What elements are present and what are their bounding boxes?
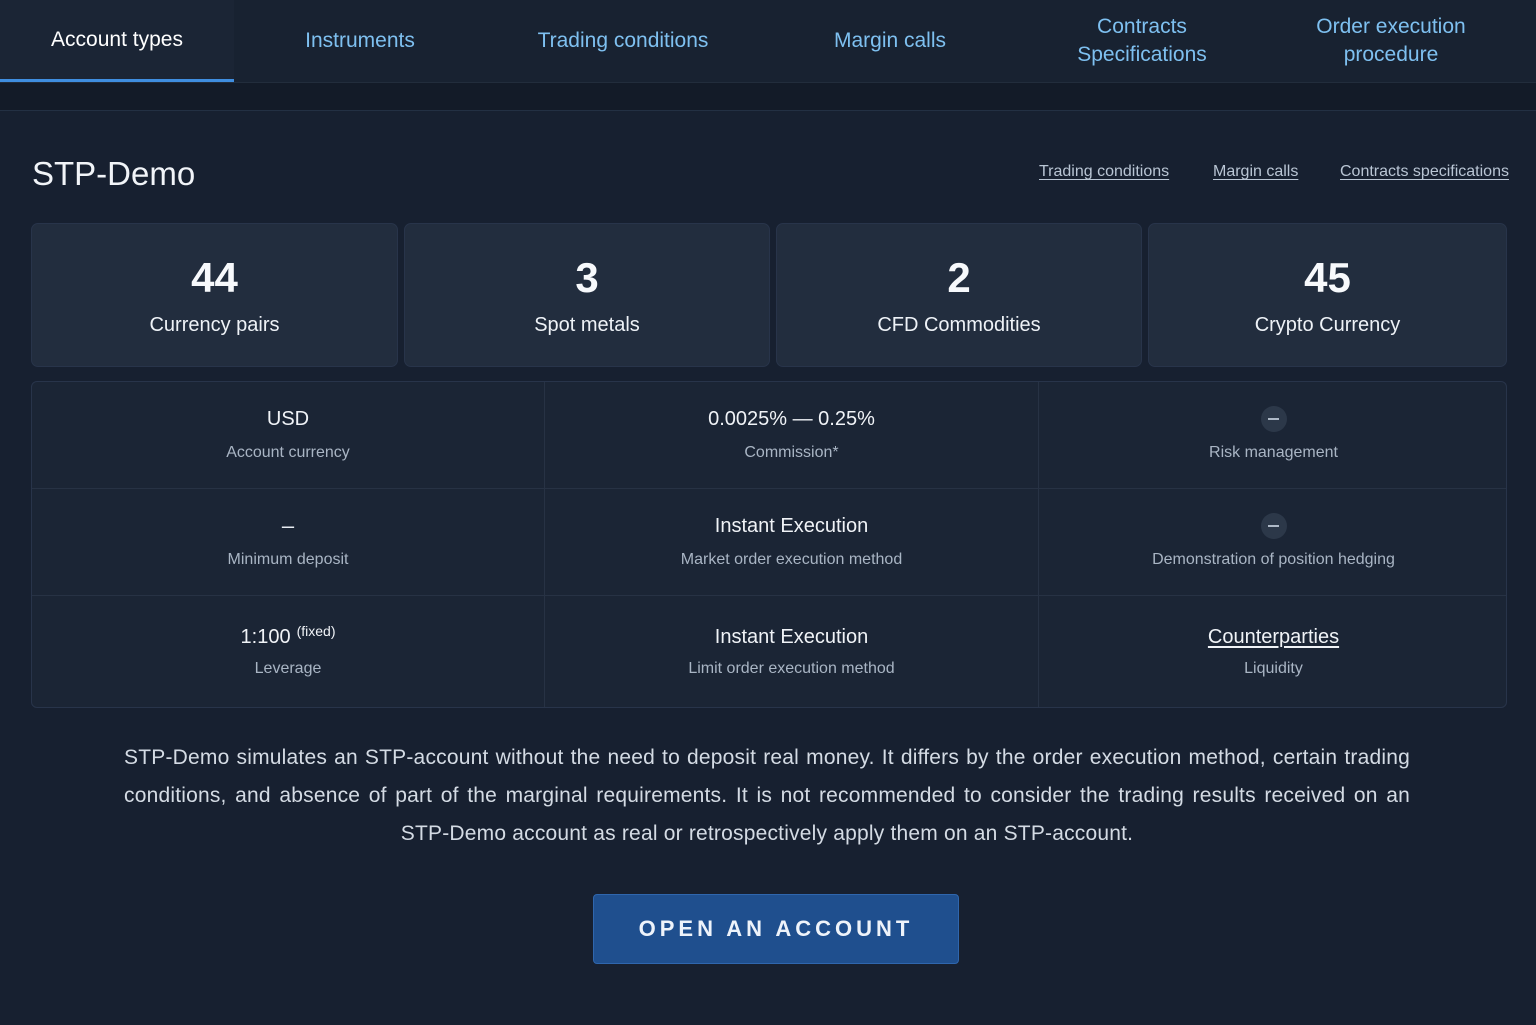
tab-label: Margin calls: [833, 29, 947, 52]
account-panel: STP-Demo Trading conditions Margin calls…: [0, 110, 1536, 1025]
tab-instruments[interactable]: Instruments: [250, 0, 470, 82]
cell-limit-order-execution: Instant Execution Limit order execution …: [545, 596, 1039, 707]
minus-icon: [1260, 406, 1287, 432]
link-contracts-specifications[interactable]: Contracts specifications: [1340, 163, 1509, 181]
tab-margin-calls[interactable]: Margin calls: [790, 0, 990, 82]
cell-account-currency: USD Account currency: [32, 382, 545, 489]
leverage-note: (fixed): [296, 623, 336, 639]
link-trading-conditions[interactable]: Trading conditions: [1039, 163, 1169, 181]
stat-value: 45: [1304, 254, 1351, 301]
tab-order-execution-procedure[interactable]: Order execution procedure: [1290, 0, 1492, 82]
tab-trading-conditions[interactable]: Trading conditions: [508, 0, 738, 82]
tab-label: Account types: [51, 27, 183, 51]
tab-contracts-specifications[interactable]: Contracts Specifications: [1042, 0, 1242, 82]
tab-label: Instruments: [305, 29, 415, 52]
stat-label: Currency pairs: [149, 314, 280, 336]
cell-liquidity: Counterparties Liquidity: [1039, 596, 1506, 707]
commission-value: 0.0025% — 0.25%: [708, 407, 875, 430]
stat-label: CFD Commodities: [877, 314, 1041, 336]
leverage-value: 1:100: [240, 625, 291, 648]
hedging-label: Demonstration of position hedging: [1152, 551, 1395, 568]
tab-label: Trading conditions: [537, 29, 709, 52]
account-description: STP-Demo simulates an STP-account withou…: [124, 746, 1410, 845]
stat-value: 3: [575, 254, 599, 301]
cell-leverage: 1:100 (fixed) Leverage: [32, 596, 545, 707]
market-order-value: Instant Execution: [714, 514, 869, 537]
cell-market-order-execution: Instant Execution Market order execution…: [545, 489, 1039, 596]
stat-card-currency-pairs: 44 Currency pairs: [31, 223, 398, 367]
stat-value: 2: [947, 254, 971, 301]
account-currency-value: USD: [266, 407, 310, 430]
stat-card-spot-metals: 3 Spot metals: [404, 223, 770, 367]
limit-order-label: Limit order execution method: [688, 660, 895, 677]
tab-label: Contracts Specifications: [1077, 15, 1207, 66]
tab-label: Order execution procedure: [1316, 15, 1466, 66]
minimum-deposit-value: –: [281, 513, 295, 538]
quick-links: Trading conditions Margin calls Contract…: [0, 163, 1536, 187]
market-order-label: Market order execution method: [680, 551, 903, 568]
liquidity-label: Liquidity: [1244, 660, 1303, 677]
cell-risk-management: Risk management: [1039, 382, 1506, 489]
cell-commission: 0.0025% — 0.25% Commission*: [545, 382, 1039, 489]
stat-label: Spot metals: [534, 314, 640, 336]
stat-card-cfd-commodities: 2 CFD Commodities: [776, 223, 1142, 367]
open-account-button[interactable]: OPEN AN ACCOUNT: [593, 894, 959, 964]
tab-account-types[interactable]: Account types: [0, 0, 234, 82]
link-margin-calls[interactable]: Margin calls: [1213, 163, 1298, 181]
counterparties-link[interactable]: Counterparties: [1208, 626, 1339, 649]
cell-position-hedging: Demonstration of position hedging: [1039, 489, 1506, 596]
minimum-deposit-label: Minimum deposit: [227, 551, 349, 568]
stat-card-crypto-currency: 45 Crypto Currency: [1148, 223, 1507, 367]
risk-management-label: Risk management: [1209, 444, 1338, 461]
stat-label: Crypto Currency: [1254, 314, 1401, 336]
minus-icon: [1260, 513, 1287, 539]
limit-order-value: Instant Execution: [714, 625, 869, 648]
stat-value: 44: [191, 254, 238, 301]
leverage-label: Leverage: [254, 660, 322, 677]
account-currency-label: Account currency: [226, 444, 350, 461]
cell-minimum-deposit: – Minimum deposit: [32, 489, 545, 596]
commission-label: Commission*: [744, 444, 839, 461]
top-tab-bar: Account types Instruments Trading condit…: [0, 0, 1536, 83]
account-details-grid: USD Account currency 0.0025% — 0.25% Com…: [31, 381, 1507, 708]
